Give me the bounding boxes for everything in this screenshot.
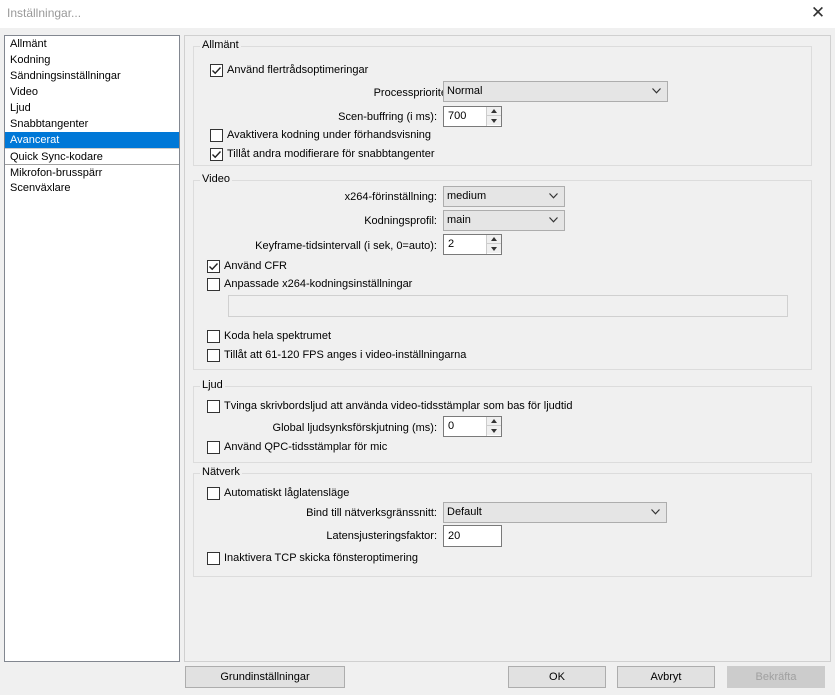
low-latency-label: Automatiskt låglatensläge <box>224 487 350 499</box>
priority-label: Processprioritet <box>373 87 450 99</box>
sync-offset-label: Global ljudsynksförskjutning (ms): <box>272 422 437 434</box>
force-timestamps-label: Tvinga skrivbordsljud att använda video-… <box>224 400 573 412</box>
checkmark-icon <box>209 263 219 271</box>
video-legend: Video <box>200 173 232 185</box>
general-legend: Allmänt <box>200 39 241 51</box>
sidebar-item-scenvaxlare[interactable]: Scenväxlare <box>5 180 179 196</box>
encoding-profile-label: Kodningsprofil: <box>364 215 437 227</box>
general-group: Allmänt Använd flertrådsoptimeringar Pro… <box>193 39 812 166</box>
cancel-button[interactable]: Avbryt <box>617 666 715 688</box>
spin-down-icon[interactable] <box>487 116 501 125</box>
sidebar-item-mikrofon-brussparr[interactable]: Mikrofon-brusspärr <box>5 164 179 180</box>
encoding-profile-value: main <box>447 214 471 226</box>
bind-interface-dropdown[interactable]: Default <box>443 502 667 523</box>
spin-up-icon[interactable] <box>487 107 501 116</box>
buffer-spin-buttons <box>486 107 501 126</box>
sidebar-item-kodning[interactable]: Kodning <box>5 52 179 68</box>
x264-preset-value: medium <box>447 190 487 202</box>
allow-modifiers-label: Tillåt andra modifierare för snabbtangen… <box>227 148 435 160</box>
full-range-checkbox[interactable] <box>207 330 220 343</box>
sidebar-item-allmant[interactable]: Allmänt <box>5 36 179 52</box>
custom-x264-label: Anpassade x264-kodningsinställningar <box>224 278 413 290</box>
priority-value: Normal <box>447 85 483 97</box>
spin-up-icon[interactable] <box>487 235 501 244</box>
sync-offset-spinbox[interactable]: 0 <box>443 416 502 437</box>
cfr-checkbox[interactable] <box>207 260 220 273</box>
latency-factor-input[interactable]: 20 <box>443 525 502 547</box>
disable-tcp-label: Inaktivera TCP skicka fönsteroptimering <box>224 552 419 564</box>
custom-x264-checkbox[interactable] <box>207 278 220 291</box>
audio-group: Ljud Tvinga skrivbordsljud att använda v… <box>193 379 812 463</box>
settings-category-list: Allmänt Kodning Sändningsinställningar V… <box>4 35 180 662</box>
spin-down-icon[interactable] <box>487 426 501 435</box>
priority-dropdown[interactable]: Normal <box>443 81 668 102</box>
keyframe-interval-label: Keyframe-tidsintervall (i sek, 0=auto): <box>255 240 437 252</box>
sync-offset-value: 0 <box>448 420 455 432</box>
chevron-down-icon <box>652 88 661 94</box>
keyframe-spin-buttons <box>486 235 501 254</box>
buffer-value: 700 <box>448 110 467 122</box>
sidebar-item-avancerat[interactable]: Avancerat <box>5 132 179 148</box>
encoding-profile-dropdown[interactable]: main <box>443 210 565 231</box>
custom-x264-input[interactable] <box>228 295 788 317</box>
chevron-down-icon <box>549 193 558 199</box>
apply-button[interactable]: Bekräfta <box>727 666 825 688</box>
spin-down-icon[interactable] <box>487 244 501 253</box>
low-latency-checkbox[interactable] <box>207 487 220 500</box>
disable-preview-checkbox[interactable] <box>210 129 223 142</box>
sidebar-item-snabbtangenter[interactable]: Snabbtangenter <box>5 116 179 132</box>
checkmark-icon <box>212 151 222 159</box>
cfr-label: Använd CFR <box>224 260 287 272</box>
spin-up-icon[interactable] <box>487 417 501 426</box>
bind-interface-label: Bind till nätverksgränssnitt: <box>306 507 437 519</box>
network-group: Nätverk Automatiskt låglatensläge Bind t… <box>193 466 812 577</box>
title-bar: Inställningar... ✕ <box>0 0 835 28</box>
multithread-label: Använd flertrådsoptimeringar <box>227 64 369 76</box>
sidebar-item-ljud[interactable]: Ljud <box>5 100 179 116</box>
x264-preset-dropdown[interactable]: medium <box>443 186 565 207</box>
audio-legend: Ljud <box>200 379 225 391</box>
x264-preset-label: x264-förinställning: <box>344 191 437 203</box>
full-range-label: Koda hela spektrumet <box>224 330 332 342</box>
multithread-checkbox[interactable] <box>210 64 223 77</box>
video-group: Video x264-förinställning: medium Kodnin… <box>193 173 812 370</box>
buffer-spinbox[interactable]: 700 <box>443 106 502 127</box>
high-fps-label: Tillåt att 61-120 FPS anges i video-inst… <box>224 349 467 361</box>
sidebar-item-sandningsinstallningar[interactable]: Sändningsinställningar <box>5 68 179 84</box>
bind-interface-value: Default <box>447 506 482 518</box>
sidebar-item-video[interactable]: Video <box>5 84 179 100</box>
latency-factor-label: Latensjusteringsfaktor: <box>326 530 437 542</box>
qpc-label: Använd QPC-tidsstämplar för mic <box>224 441 388 453</box>
window-title: Inställningar... <box>7 6 82 20</box>
defaults-button[interactable]: Grundinställningar <box>185 666 345 688</box>
force-timestamps-checkbox[interactable] <box>207 400 220 413</box>
keyframe-interval-spinbox[interactable]: 2 <box>443 234 502 255</box>
checkmark-icon <box>212 67 222 75</box>
close-icon[interactable]: ✕ <box>807 3 829 23</box>
disable-preview-label: Avaktivera kodning under förhandsvisning <box>227 129 432 141</box>
ok-button[interactable]: OK <box>508 666 606 688</box>
allow-modifiers-checkbox[interactable] <box>210 148 223 161</box>
disable-tcp-checkbox[interactable] <box>207 552 220 565</box>
chevron-down-icon <box>651 509 660 515</box>
buffer-label: Scen-buffring (i ms): <box>338 111 437 123</box>
sync-offset-spin-buttons <box>486 417 501 436</box>
chevron-down-icon <box>549 217 558 223</box>
settings-panel: Allmänt Använd flertrådsoptimeringar Pro… <box>184 35 831 662</box>
keyframe-interval-value: 2 <box>448 238 455 250</box>
qpc-checkbox[interactable] <box>207 441 220 454</box>
network-legend: Nätverk <box>200 466 242 478</box>
sidebar-item-quick-sync[interactable]: Quick Sync-kodare <box>5 148 179 164</box>
high-fps-checkbox[interactable] <box>207 349 220 362</box>
